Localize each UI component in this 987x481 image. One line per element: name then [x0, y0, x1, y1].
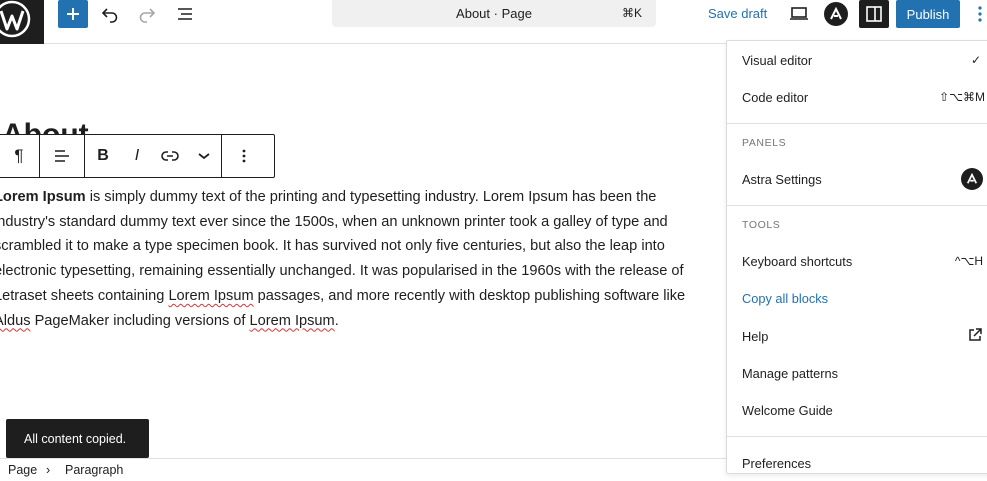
- redo-icon: [139, 8, 156, 23]
- breadcrumb-item-paragraph[interactable]: Paragraph: [65, 463, 123, 477]
- italic-button[interactable]: I: [121, 135, 153, 177]
- menu-item-copy-all-blocks[interactable]: Copy all blocks: [727, 284, 987, 314]
- align-button[interactable]: [40, 135, 84, 177]
- preview-button[interactable]: [786, 2, 812, 26]
- spellcheck-word: Lorem Ipsum: [168, 287, 254, 304]
- desktop-preview-icon: [790, 7, 808, 20]
- plus-icon: [67, 8, 79, 20]
- paragraph-line: industry's standard dummy text ever sinc…: [0, 213, 668, 230]
- menu-divider: [727, 205, 987, 206]
- align-left-icon: [55, 150, 69, 162]
- menu-shortcut: ^⌥H: [954, 254, 983, 268]
- block-options-group: [222, 135, 266, 177]
- paragraph-line: electronic typesetting, remaining essent…: [0, 263, 684, 280]
- menu-shortcut: ⇧⌥⌘M: [939, 90, 985, 104]
- bold-text: Lorem Ipsum: [0, 189, 86, 205]
- spellcheck-word: Lorem Ipsum: [249, 312, 335, 329]
- vertical-ellipsis-icon: [978, 6, 982, 22]
- breadcrumb-separator: ›: [46, 463, 51, 477]
- options-button[interactable]: [970, 2, 987, 26]
- link-button[interactable]: [153, 135, 187, 177]
- publish-button[interactable]: Publish: [896, 0, 960, 28]
- block-options-button[interactable]: [222, 135, 266, 177]
- menu-item-keyboard-shortcuts[interactable]: Keyboard shortcuts ^⌥H: [727, 247, 987, 277]
- menu-item-visual-editor[interactable]: Visual editor ✓: [727, 46, 987, 76]
- editor-header: About · Page ⌘K Save draft Publish: [0, 0, 987, 44]
- menu-section-heading: PANELS: [742, 137, 787, 149]
- settings-sidebar-toggle[interactable]: [859, 0, 889, 28]
- menu-item-code-editor[interactable]: Code editor ⇧⌥⌘M: [727, 83, 987, 113]
- menu-item-help[interactable]: Help: [727, 322, 987, 352]
- menu-item-welcome-guide[interactable]: Welcome Guide: [727, 396, 987, 426]
- menu-section-heading: TOOLS: [742, 219, 781, 231]
- paragraph-line: Letraset sheets containing Lorem Ipsum p…: [0, 287, 686, 304]
- document-title: About · Page: [456, 6, 532, 21]
- undo-icon: [101, 8, 118, 23]
- command-palette-bar[interactable]: About · Page ⌘K: [332, 0, 656, 27]
- breadcrumb-item-page[interactable]: Page: [8, 463, 37, 477]
- paragraph-block-button[interactable]: ¶: [0, 135, 39, 177]
- menu-item-manage-patterns[interactable]: Manage patterns: [727, 359, 987, 389]
- sidebar-toggle-icon: [866, 6, 882, 22]
- wordpress-logo-icon[interactable]: [0, 0, 44, 44]
- menu-item-astra-settings[interactable]: Astra Settings: [727, 165, 987, 195]
- paragraph-line: scrambled it to make a type specimen boo…: [0, 238, 665, 255]
- alignment-group: [40, 135, 85, 177]
- command-shortcut: ⌘K: [621, 6, 642, 20]
- astra-logo-icon: [961, 168, 983, 190]
- menu-divider: [727, 436, 987, 437]
- chevron-down-icon: [198, 153, 210, 160]
- more-formats-button[interactable]: [187, 135, 221, 177]
- menu-divider: [727, 123, 987, 124]
- block-inserter-button[interactable]: [58, 0, 88, 28]
- snackbar-notice[interactable]: All content copied.: [6, 419, 149, 458]
- list-view-icon: [178, 8, 192, 20]
- link-icon: [161, 151, 179, 161]
- bold-button[interactable]: B: [85, 135, 121, 177]
- menu-item-preferences[interactable]: Preferences: [727, 449, 987, 473]
- external-link-icon: [967, 327, 983, 346]
- spellcheck-word: Aldus: [0, 312, 31, 329]
- snackbar-message: All content copied.: [24, 431, 127, 446]
- document-overview-button[interactable]: [172, 2, 198, 26]
- save-draft-button[interactable]: Save draft: [708, 6, 767, 21]
- format-group: B I: [85, 135, 222, 177]
- paragraph-block[interactable]: Lorem Ipsum is simply dummy text of the …: [0, 185, 724, 333]
- paragraph-icon: ¶: [14, 146, 24, 165]
- vertical-ellipsis-icon: [242, 149, 246, 163]
- check-icon: ✓: [970, 53, 981, 67]
- options-menu: Visual editor ✓ Code editor ⇧⌥⌘M PANELS …: [726, 40, 987, 474]
- block-toolbar: ¶ B I: [0, 134, 275, 178]
- paragraph-line: Lorem Ipsum is simply dummy text of the …: [0, 185, 724, 210]
- astra-settings-button[interactable]: [824, 2, 848, 26]
- redo-button[interactable]: [134, 2, 160, 26]
- astra-logo-icon: [830, 7, 842, 20]
- paragraph-line: Aldus PageMaker including versions of Lo…: [0, 309, 724, 334]
- undo-button[interactable]: [97, 2, 123, 26]
- block-type-group: ¶: [0, 135, 40, 177]
